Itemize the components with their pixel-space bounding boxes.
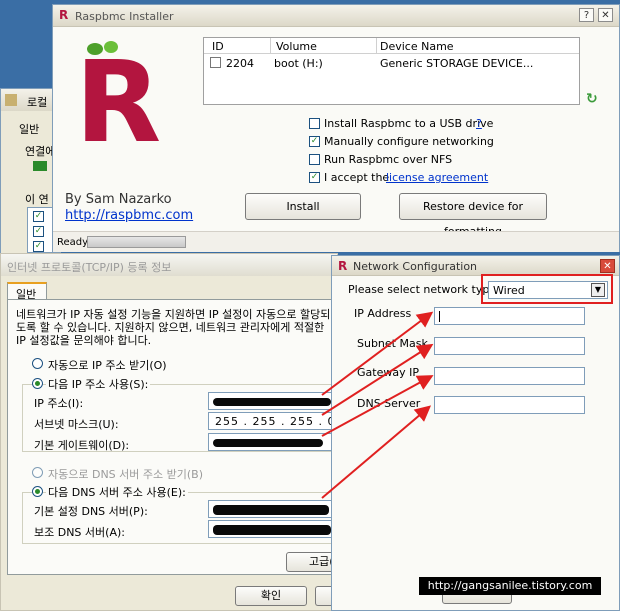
arrow-gateway <box>321 375 434 437</box>
arrow-mask <box>321 343 434 416</box>
watermark-text: http://gangsanilee.tistory.com <box>427 579 593 592</box>
annotation-arrows <box>321 311 434 499</box>
arrow-dns <box>321 405 432 499</box>
watermark: http://gangsanilee.tistory.com <box>419 577 601 595</box>
arrow-ip <box>321 311 434 396</box>
